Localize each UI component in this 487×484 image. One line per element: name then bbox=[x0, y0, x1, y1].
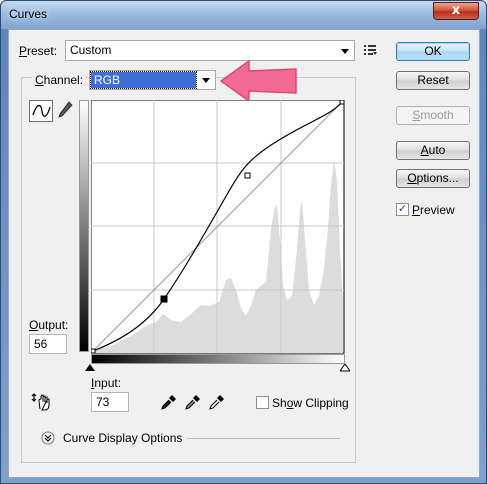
channel-value: RGB bbox=[90, 71, 197, 89]
preview-label[interactable]: Preview bbox=[412, 203, 455, 217]
pencil-tool-icon[interactable] bbox=[57, 101, 73, 121]
curve-point-white[interactable] bbox=[339, 100, 345, 105]
chevron-down-icon bbox=[202, 78, 210, 83]
show-clipping-checkbox[interactable] bbox=[256, 396, 269, 409]
window-title: Curves bbox=[9, 7, 48, 21]
input-gradient-bar bbox=[91, 354, 345, 364]
ok-button[interactable]: OK bbox=[396, 42, 470, 61]
white-eyedropper-icon[interactable] bbox=[209, 394, 225, 410]
close-button[interactable]: x bbox=[433, 2, 479, 20]
show-clipping-label[interactable]: Show Clipping bbox=[272, 396, 349, 410]
preset-label: Preset: bbox=[19, 44, 58, 58]
output-label: Output: bbox=[29, 318, 69, 332]
preset-select[interactable]: Custom bbox=[65, 40, 355, 61]
divider bbox=[187, 438, 340, 439]
chevron-down-icon bbox=[341, 49, 349, 54]
input-label: Input: bbox=[91, 376, 122, 390]
curve-display-options-label[interactable]: Curve Display Options bbox=[63, 431, 182, 445]
expand-chevron-icon[interactable] bbox=[41, 431, 55, 445]
reset-button[interactable]: Reset bbox=[396, 71, 470, 90]
curve-point-black[interactable] bbox=[91, 348, 96, 354]
output-field[interactable]: 56 bbox=[29, 334, 67, 354]
title-bar[interactable]: Curves x bbox=[1, 1, 486, 29]
black-eyedropper-icon[interactable] bbox=[161, 394, 177, 410]
dialog-body: Preset: Custom Channel: RGB Output: 56 I… bbox=[8, 29, 480, 478]
curve-tool-icon bbox=[32, 104, 51, 117]
curve-point-selected[interactable] bbox=[160, 295, 168, 303]
channel-select[interactable]: RGB bbox=[89, 70, 216, 90]
auto-button[interactable]: Auto bbox=[396, 141, 470, 160]
preset-value: Custom bbox=[70, 43, 112, 57]
curve-edit-tool-button[interactable] bbox=[29, 100, 53, 122]
preset-options-icon[interactable] bbox=[364, 44, 378, 56]
targeted-adjustment-hand-icon[interactable] bbox=[31, 392, 53, 412]
white-point-slider-icon[interactable] bbox=[340, 364, 350, 372]
output-gradient-bar bbox=[79, 100, 89, 352]
smooth-button[interactable]: Smooth bbox=[396, 106, 470, 125]
curve-point-highlight[interactable] bbox=[244, 172, 251, 179]
black-point-slider-icon[interactable] bbox=[85, 364, 95, 372]
channel-label: Channel: bbox=[32, 73, 87, 87]
gray-eyedropper-icon[interactable] bbox=[185, 394, 201, 410]
options-button[interactable]: Options... bbox=[396, 169, 470, 188]
curves-dialog-window: Curves x Preset: Custom Channel: RGB Out… bbox=[0, 0, 487, 484]
preview-checkbox[interactable]: ✓ bbox=[396, 203, 409, 216]
input-field[interactable]: 73 bbox=[91, 392, 129, 412]
pointer-arrow-icon bbox=[219, 59, 297, 103]
curves-graph[interactable] bbox=[91, 100, 345, 354]
